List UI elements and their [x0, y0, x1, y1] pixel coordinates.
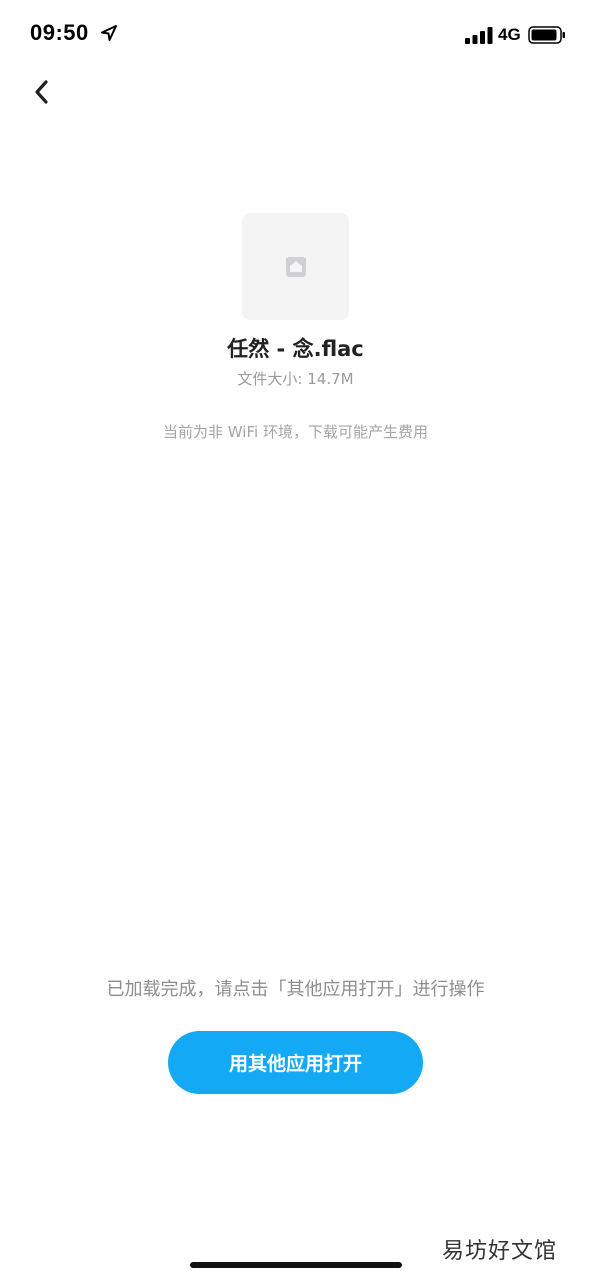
open-hint-text: 已加载完成，请点击「其他应用打开」进行操作: [106, 979, 485, 1000]
file-size: 文件大小: 14.7M: [0, 368, 591, 389]
home-indicator[interactable]: [190, 1262, 402, 1268]
back-button[interactable]: [22, 72, 62, 112]
network-warning: 当前为非 WiFi 环境，下载可能产生费用: [163, 423, 428, 441]
watermark: 易坊好文馆: [442, 1239, 558, 1264]
chevron-left-icon: [35, 80, 48, 104]
file-size-label: 文件大小:: [237, 370, 308, 388]
file-download-screen: 09:50 4G 任然 - 念.flac 文件大小: 14.7M 当前为非 Wi…: [0, 0, 591, 1280]
network-type: 4G: [498, 25, 521, 44]
file-name: 任然 - 念.flac: [227, 337, 364, 361]
status-bar: 09:50 4G: [0, 0, 591, 70]
cellular-signal-icon: [465, 27, 493, 44]
file-thumbnail: [242, 213, 349, 320]
location-arrow-icon: [101, 25, 117, 41]
battery-icon: [528, 26, 565, 44]
status-time: 09:50: [30, 20, 89, 45]
file-size-value: 14.7M: [307, 370, 354, 388]
image-file-icon: [285, 256, 306, 277]
open-with-other-app-button[interactable]: 用其他应用打开: [168, 1031, 423, 1094]
